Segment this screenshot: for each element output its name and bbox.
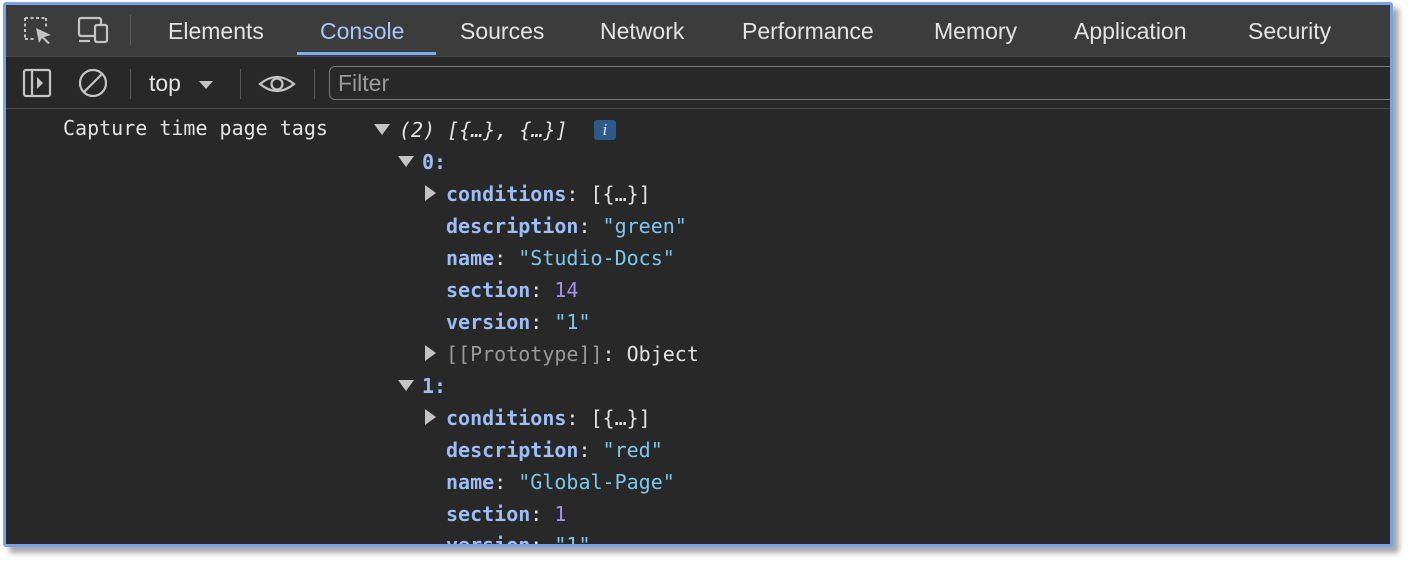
item-index-row: 1: (422, 374, 447, 398)
chevron-down-icon (199, 80, 214, 89)
tab-console[interactable]: Console (320, 5, 404, 56)
expand-conditions-toggle[interactable] (425, 409, 436, 425)
toolbar-divider (130, 15, 131, 45)
device-toolbar-icon[interactable] (76, 15, 110, 45)
toolbar-divider (240, 69, 241, 99)
property-row: name: "Global-Page" (446, 470, 675, 494)
property-row: name: "Studio-Docs" (446, 246, 675, 270)
live-expression-eye-icon[interactable] (258, 69, 296, 99)
tab-performance[interactable]: Performance (742, 5, 874, 56)
item-index-row: 0: (422, 150, 447, 174)
tab-sources[interactable]: Sources (460, 5, 544, 56)
item-index: 1 (422, 374, 435, 398)
inspect-element-icon[interactable] (22, 15, 56, 45)
context-selector[interactable]: top (149, 68, 215, 98)
toolbar-divider (130, 69, 131, 99)
info-badge-icon[interactable]: i (594, 120, 616, 140)
context-label: top (149, 70, 181, 96)
expand-item-toggle[interactable] (398, 156, 414, 167)
array-summary[interactable]: (2) [{…}, {…}] (399, 115, 568, 145)
filter-input[interactable] (329, 66, 1390, 100)
property-row: description: "red" (446, 438, 663, 462)
property-row: description: "green" (446, 214, 687, 238)
property-row: section: 14 (446, 278, 579, 302)
property-row: conditions: [{…}] (446, 406, 651, 430)
log-label: Capture time page tags (63, 116, 328, 140)
tab-application[interactable]: Application (1074, 5, 1187, 56)
expand-conditions-toggle[interactable] (425, 185, 436, 201)
clear-console-icon[interactable] (76, 68, 110, 98)
devtools-window: Elements Console Sources Network Perform… (3, 2, 1393, 547)
tab-network[interactable]: Network (600, 5, 684, 56)
property-row: section: 1 (446, 502, 567, 526)
property-row: version: "1" (446, 530, 591, 544)
devtools-tab-bar: Elements Console Sources Network Perform… (6, 5, 1390, 57)
sidebar-toggle-icon[interactable] (20, 68, 54, 98)
prototype-row: [[Prototype]]: Object (446, 342, 699, 366)
expand-prototype-toggle[interactable] (425, 345, 436, 361)
console-output: Capture time page tags (2) [{…}, {…}] i … (6, 109, 1390, 544)
toolbar-divider (314, 69, 315, 99)
tab-security[interactable]: Security (1248, 5, 1331, 56)
tab-elements[interactable]: Elements (168, 5, 264, 56)
tab-memory[interactable]: Memory (934, 5, 1017, 56)
item-index: 0 (422, 150, 435, 174)
console-toolbar: top (6, 57, 1390, 109)
active-tab-indicator (297, 52, 436, 55)
property-row: conditions: [{…}] (446, 182, 651, 206)
expand-item-toggle[interactable] (398, 380, 414, 391)
property-row: version: "1" (446, 310, 591, 334)
expand-array-toggle[interactable] (374, 124, 390, 135)
